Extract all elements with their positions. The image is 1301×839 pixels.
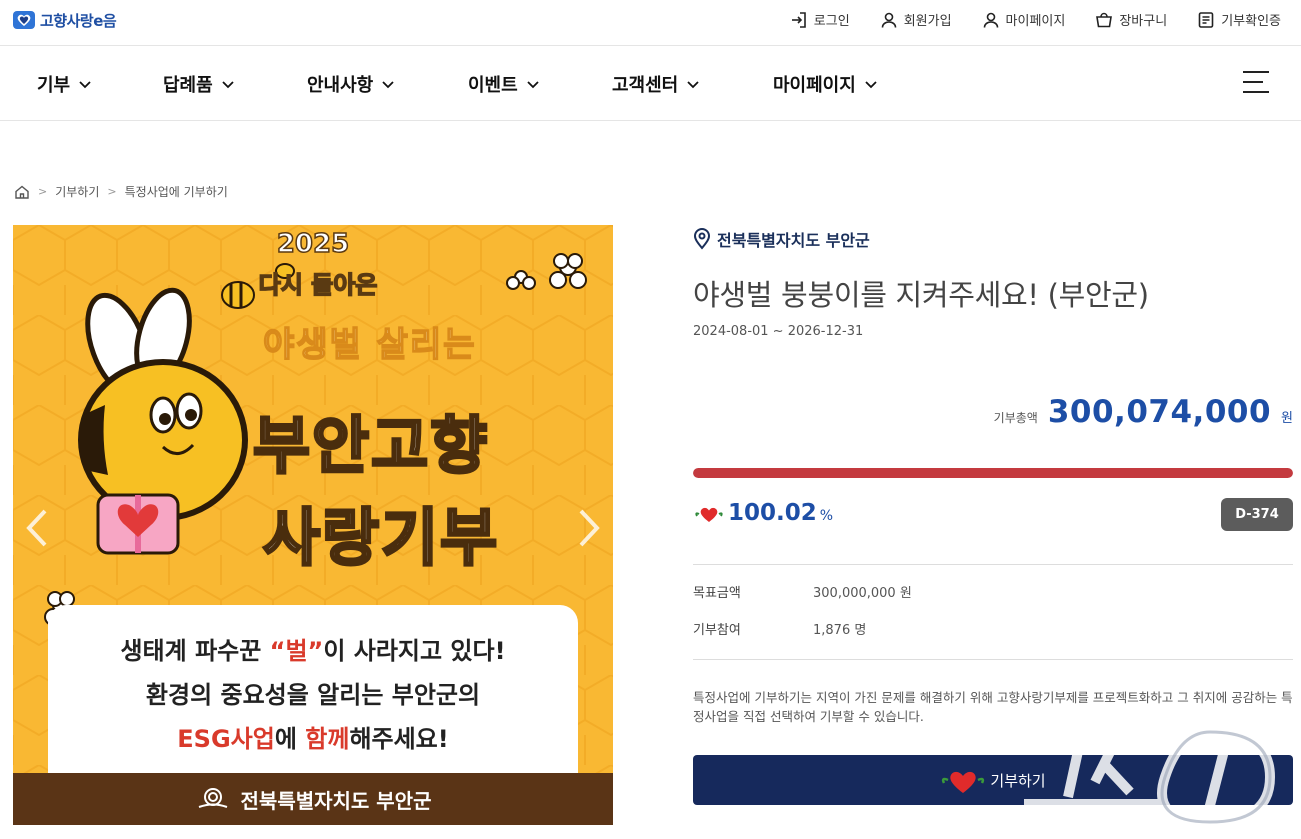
d-day-badge: D-374 [1221, 498, 1293, 531]
cart-link[interactable]: 장바구니 [1095, 10, 1167, 29]
achievement-rate-value: 100.02 [728, 500, 817, 526]
mypage-label: 마이페이지 [1005, 14, 1066, 29]
banner-big-text-2: 사랑기부 [261, 500, 500, 576]
login-label: 로그인 [813, 14, 850, 29]
slide-next-arrow-icon[interactable] [575, 507, 603, 549]
achievement-rate-unit: % [819, 508, 834, 524]
location-pin-icon [693, 228, 711, 250]
user-icon [983, 12, 998, 28]
project-period: 2024-08-01 ~ 2026-12-31 [693, 324, 864, 339]
breadcrumb-item-donate[interactable]: 기부하기 [55, 183, 99, 200]
chevron-down-icon [527, 81, 539, 89]
nav-item-label: 안내사항 [307, 75, 374, 96]
banner-footer-text: 전북특별자치도 부안군 [240, 788, 432, 813]
donation-total-unit: 원 [1281, 411, 1293, 426]
certificate-link[interactable]: 기부확인증 [1197, 10, 1281, 29]
nav-item-donate[interactable]: 기부 [37, 71, 92, 97]
divider [693, 564, 1293, 565]
project-description: 특정사업에 기부하기는 지역이 가진 문제를 해결하기 위해 고향사랑기부제를 … [693, 690, 1293, 724]
login-icon [791, 11, 806, 28]
donation-progress-fill [693, 468, 1293, 478]
goal-amount-label: 목표금액 [693, 586, 741, 601]
banner-headline: 야생벌 살리는 [262, 324, 477, 366]
nav-item-guide[interactable]: 안내사항 [307, 71, 395, 97]
site-logo[interactable]: 고향사랑e음 [12, 8, 117, 32]
project-region: 전북특별자치도 부안군 [693, 227, 870, 251]
chevron-down-icon [382, 81, 394, 89]
banner-message-line-1: 생태계 파수꾼 “벌”이 사라지고 있다! [120, 637, 506, 665]
user-icon [881, 12, 896, 28]
donate-button[interactable]: 기부하기 [693, 755, 1293, 805]
participants-label: 기부참여 [693, 623, 741, 638]
hamburger-menu-icon[interactable] [1243, 69, 1269, 95]
nav-item-label: 이벤트 [468, 75, 518, 96]
donation-progress-bar [693, 468, 1293, 478]
chevron-down-icon [79, 81, 91, 89]
region-label: 전북특별자치도 부안군 [717, 231, 870, 250]
heart-icon [942, 771, 985, 793]
donation-total-value: 300,074,000 [1047, 394, 1272, 430]
goal-amount-value: 300,000,000 원 [813, 586, 912, 601]
chevron-down-icon [222, 81, 234, 89]
certificate-label: 기부확인증 [1221, 14, 1281, 29]
certificate-icon [1198, 11, 1214, 28]
goal-amount-row: 목표금액 300,000,000 원 [693, 582, 912, 601]
participants-value: 1,876 명 [813, 623, 867, 638]
banner-footer: 전북특별자치도 부안군 [13, 773, 613, 825]
breadcrumb: > 기부하기 > 특정사업에 기부하기 [14, 183, 228, 200]
utility-links: 로그인 회원가입 마이페이지 장바구니 기부확인증 [790, 10, 1281, 29]
nav-item-label: 기부 [37, 75, 71, 96]
banner-year: 2025 [276, 228, 350, 260]
signup-link[interactable]: 회원가입 [880, 10, 952, 29]
divider [693, 659, 1293, 660]
main-navigation: 기부 답례품 안내사항 이벤트 고객센터 마이페이지 [0, 47, 1301, 121]
nav-item-gifts[interactable]: 답례품 [163, 71, 235, 97]
cart-label: 장바구니 [1119, 14, 1168, 29]
home-icon[interactable] [14, 184, 30, 200]
slide-prev-arrow-icon[interactable] [23, 507, 51, 549]
banner-message-line-2: 환경의 중요성을 알리는 부안군의 [145, 681, 481, 709]
donation-total-label: 기부총액 [993, 411, 1038, 425]
top-utility-bar: 고향사랑e음 로그인 회원가입 마이페이지 장바구니 기부확인증 [0, 0, 1301, 46]
nav-item-support[interactable]: 고객센터 [612, 71, 700, 97]
banner-message-card: 생태계 파수꾼 “벌”이 사라지고 있다! 환경의 중요성을 알리는 부안군의 … [48, 605, 578, 773]
login-link[interactable]: 로그인 [790, 10, 850, 29]
nav-item-mypage[interactable]: 마이페이지 [773, 71, 878, 97]
banner-big-text-1: 부안고향 [251, 408, 490, 484]
achievement-rate: 100.02 % [693, 500, 833, 526]
chevron-down-icon [865, 81, 877, 89]
project-banner-image: 2025 다시 돌아온 야생벌 살리는 부안고향 사랑기부 생태계 파수꾼 “벌… [13, 225, 613, 825]
banner-message-line-3: ESG사업에 함께해주세요! [177, 725, 449, 753]
donate-button-label: 기부하기 [990, 771, 1046, 790]
project-title: 야생벌 붕붕이를 지켜주세요! (부안군) [693, 278, 1149, 312]
nav-item-label: 마이페이지 [773, 75, 856, 96]
breadcrumb-item-specific-project[interactable]: 특정사업에 기부하기 [125, 183, 228, 200]
banner-subtitle: 다시 돌아온 [258, 270, 378, 300]
chevron-right-icon: > [38, 185, 48, 198]
cart-icon [1096, 12, 1113, 27]
participants-row: 기부참여 1,876 명 [693, 619, 866, 638]
logo-text: 고향사랑e음 [40, 11, 117, 30]
nav-item-events[interactable]: 이벤트 [468, 71, 540, 97]
heart-icon [695, 507, 723, 522]
buan-county-logo-icon [198, 788, 227, 808]
signup-label: 회원가입 [903, 14, 952, 29]
chevron-down-icon [687, 81, 699, 89]
logo-heart-icon [13, 11, 35, 29]
nav-item-label: 답례품 [163, 75, 213, 96]
donation-total: 기부총액 300,074,000 원 [994, 394, 1293, 430]
mypage-link[interactable]: 마이페이지 [982, 10, 1066, 29]
nav-item-label: 고객센터 [612, 75, 679, 96]
chevron-right-icon: > [107, 185, 117, 198]
